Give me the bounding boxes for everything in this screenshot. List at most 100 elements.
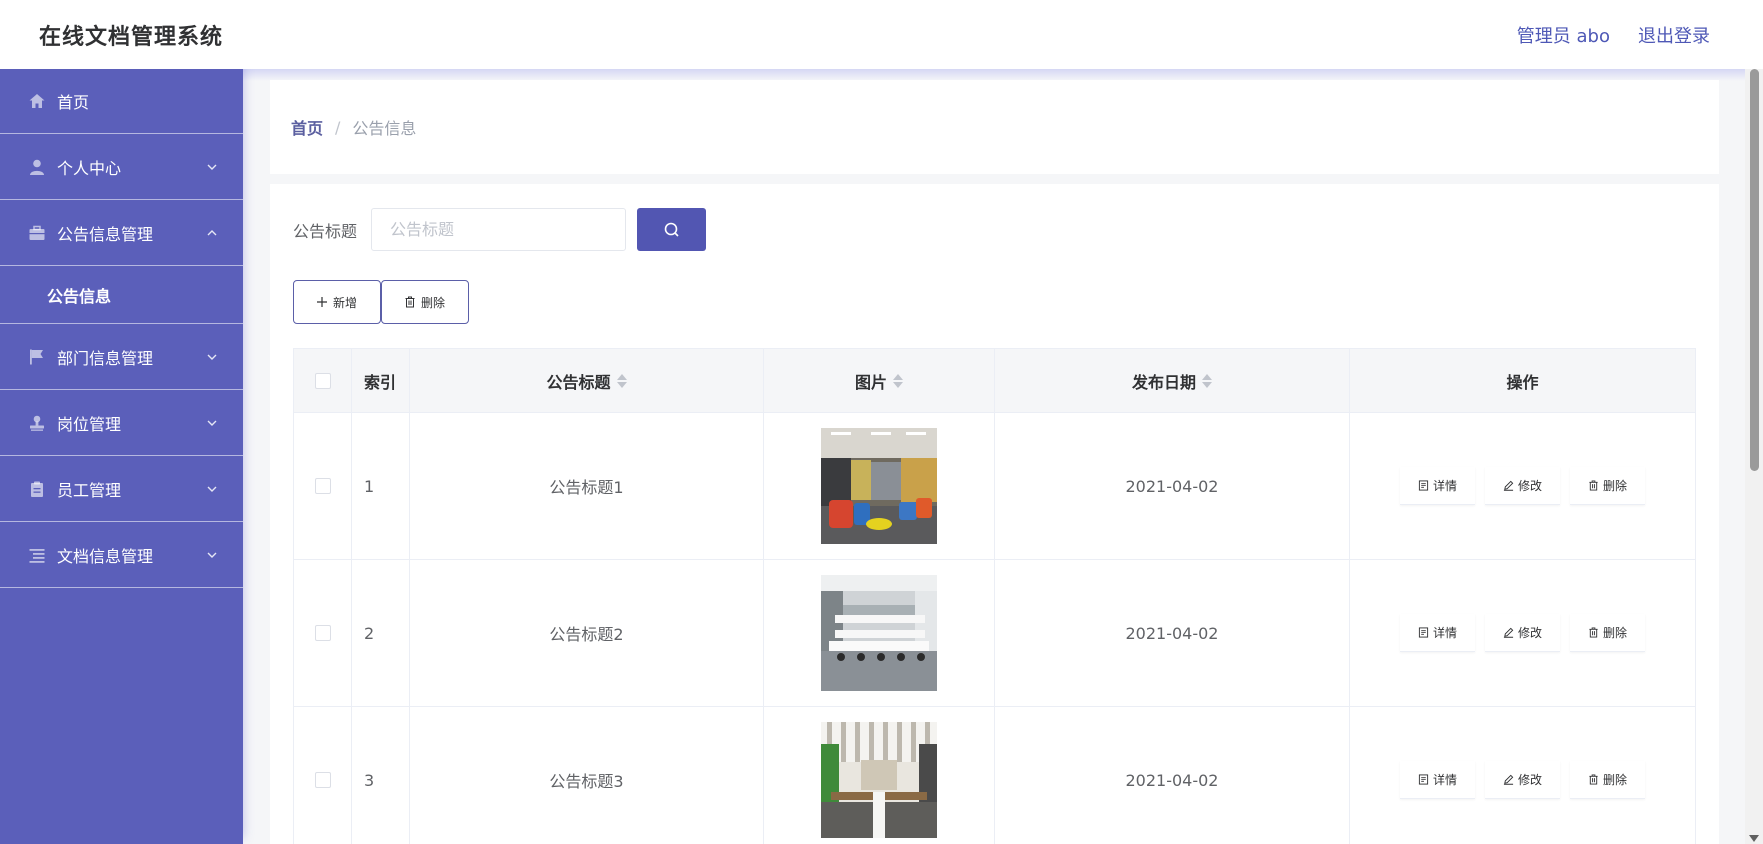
- row-actions: 详情 修改 删除: [1350, 560, 1695, 706]
- detail-button[interactable]: 详情: [1399, 614, 1475, 652]
- sidebar-item-label: 公告信息管理: [57, 224, 154, 244]
- table-row: 1 公告标题1 2021-04-02 详情 修改 删除: [294, 413, 1695, 560]
- sidebar-item-home[interactable]: 首页: [0, 69, 243, 134]
- row-checkbox[interactable]: [314, 625, 331, 641]
- logout-link[interactable]: 退出登录: [1638, 22, 1710, 48]
- notice-thumbnail[interactable]: [821, 428, 937, 544]
- header-index: 索引: [352, 349, 410, 412]
- batch-delete-button[interactable]: 删除: [381, 280, 469, 324]
- row-image-cell: [764, 413, 995, 559]
- delete-label: 删除: [1603, 479, 1628, 493]
- row-index: 3: [352, 707, 410, 844]
- delete-button[interactable]: 删除: [1570, 761, 1646, 799]
- sidebar-item-label: 个人中心: [57, 158, 122, 178]
- sidebar-item-profile[interactable]: 个人中心: [0, 134, 243, 200]
- sort-icon[interactable]: [893, 373, 903, 388]
- edit-button[interactable]: 修改: [1484, 467, 1560, 505]
- sidebar-subitem-notice-info[interactable]: 公告信息: [0, 266, 243, 324]
- document-icon: [1418, 480, 1429, 491]
- select-all-checkbox[interactable]: [314, 372, 331, 389]
- home-icon: [27, 91, 47, 111]
- detail-label: 详情: [1432, 626, 1457, 640]
- document-icon: [1418, 627, 1429, 638]
- notice-table: 索引 公告标题 图片 发布日期 操作 1 公告标题1 2021-04-02 详情…: [293, 348, 1696, 844]
- sidebar-item-label: 岗位管理: [57, 414, 122, 434]
- breadcrumb-current: 公告信息: [352, 119, 417, 138]
- header-title: 公告标题: [546, 372, 611, 392]
- search-button[interactable]: [637, 208, 707, 251]
- sidebar-item-position-management[interactable]: 岗位管理: [0, 390, 243, 456]
- sidebar-item-employee-management[interactable]: 员工管理: [0, 456, 243, 522]
- search-icon: [664, 222, 679, 237]
- delete-button[interactable]: 删除: [1570, 467, 1646, 505]
- row-title: 公告标题1: [410, 413, 764, 559]
- header-ops: 操作: [1506, 372, 1539, 392]
- header-title-cell[interactable]: 公告标题: [410, 349, 764, 412]
- sort-icon[interactable]: [616, 373, 627, 388]
- sidebar-item-label: 部门信息管理: [57, 348, 154, 368]
- trash-icon: [1589, 480, 1598, 491]
- row-checkbox[interactable]: [314, 478, 331, 494]
- breadcrumb-separator: /: [335, 117, 341, 137]
- notice-thumbnail[interactable]: [821, 722, 937, 838]
- add-button[interactable]: 新增: [293, 280, 381, 324]
- edit-label: 修改: [1517, 626, 1542, 640]
- row-date: 2021-04-02: [995, 413, 1350, 559]
- search-input[interactable]: [371, 208, 627, 251]
- top-header: 在线文档管理系统 管理员 abo 退出登录: [0, 0, 1763, 69]
- row-image-cell: [764, 707, 995, 844]
- trash-icon: [1589, 774, 1598, 785]
- scroll-down-arrow-icon[interactable]: [1749, 835, 1759, 842]
- list-icon: [27, 545, 47, 565]
- table-row: 2 公告标题2 2021-04-02 详情 修改 删除: [294, 560, 1695, 707]
- add-button-label: 新增: [333, 295, 358, 310]
- sort-icon[interactable]: [1202, 373, 1212, 388]
- table-row: 3 公告标题3 2021-04-02 详情 修改 删除: [294, 707, 1695, 844]
- header-image: 图片: [854, 372, 887, 392]
- row-date: 2021-04-02: [995, 560, 1350, 706]
- header-image-cell[interactable]: 图片: [764, 349, 995, 412]
- clipboard-icon: [27, 479, 47, 499]
- header-select-cell: [294, 349, 352, 412]
- detail-button[interactable]: 详情: [1399, 467, 1475, 505]
- edit-button[interactable]: 修改: [1484, 761, 1560, 799]
- row-checkbox[interactable]: [314, 772, 331, 788]
- current-user-label[interactable]: 管理员 abo: [1517, 22, 1610, 48]
- chevron-down-icon: [207, 354, 217, 360]
- briefcase-icon: [27, 223, 47, 243]
- breadcrumb-home[interactable]: 首页: [291, 115, 323, 139]
- delete-button[interactable]: 删除: [1570, 614, 1646, 652]
- pencil-icon: [1503, 774, 1514, 785]
- plus-icon: [317, 297, 327, 307]
- scrollbar-thumb[interactable]: [1750, 69, 1759, 471]
- main-content: 首页 / 公告信息 公告标题 新增 删除 索引: [243, 69, 1745, 844]
- sidebar: 首页 个人中心 公告信息管理 公告信息 部门信息管理 岗位管理 员工管理 文档信…: [0, 69, 243, 844]
- row-select-cell: [294, 707, 352, 844]
- chevron-down-icon: [207, 552, 217, 558]
- chevron-down-icon: [207, 420, 217, 426]
- row-index: 1: [352, 413, 410, 559]
- row-title: 公告标题2: [410, 560, 764, 706]
- user-icon: [27, 157, 47, 177]
- sidebar-item-notice-management[interactable]: 公告信息管理: [0, 200, 243, 266]
- chevron-up-icon: [207, 229, 217, 235]
- document-icon: [1418, 774, 1429, 785]
- sidebar-item-department-management[interactable]: 部门信息管理: [0, 324, 243, 390]
- notice-thumbnail[interactable]: [821, 575, 937, 691]
- search-label: 公告标题: [293, 221, 358, 241]
- breadcrumb: 首页 / 公告信息: [270, 80, 1719, 174]
- delete-label: 删除: [1603, 626, 1628, 640]
- sidebar-item-document-management[interactable]: 文档信息管理: [0, 522, 243, 588]
- header-user-area: 管理员 abo 退出登录: [1517, 22, 1710, 48]
- page-scrollbar[interactable]: [1745, 69, 1763, 844]
- flag-icon: [27, 347, 47, 367]
- detail-button[interactable]: 详情: [1399, 761, 1475, 799]
- table-header: 索引 公告标题 图片 发布日期 操作: [294, 348, 1695, 413]
- header-date-cell[interactable]: 发布日期: [995, 349, 1350, 412]
- edit-button[interactable]: 修改: [1484, 614, 1560, 652]
- pencil-icon: [1503, 480, 1514, 491]
- edit-label: 修改: [1517, 479, 1542, 493]
- edit-label: 修改: [1517, 773, 1542, 787]
- action-buttons: 新增 删除: [293, 280, 469, 324]
- row-index: 2: [352, 560, 410, 706]
